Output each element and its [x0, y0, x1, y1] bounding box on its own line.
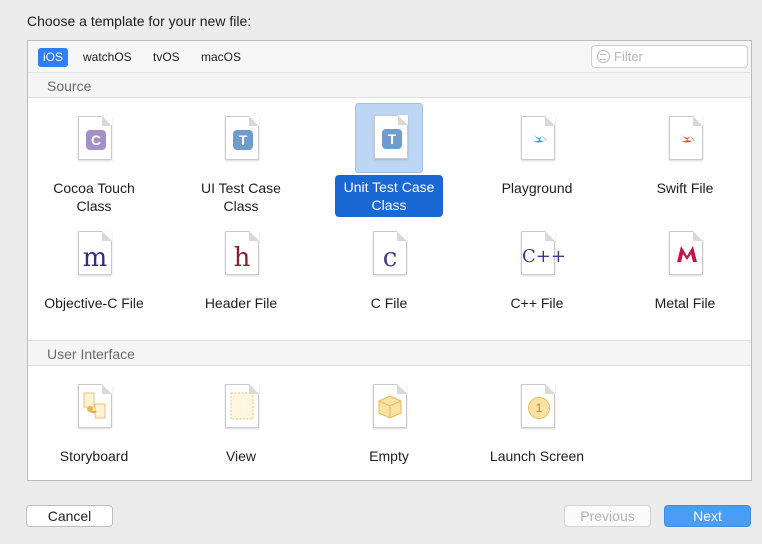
template-label: Header File [204, 295, 278, 311]
view-icon [225, 384, 259, 428]
template-label: C++ File [510, 295, 564, 311]
playground-icon [521, 116, 555, 160]
section-user-interface: User Interface [28, 340, 751, 366]
c-glyph: c [382, 243, 398, 273]
template-objective-c-file[interactable]: m Objective-C File [20, 222, 168, 312]
template-metal-file[interactable]: Metal File [611, 222, 759, 312]
objective-c-file-icon: m [78, 231, 112, 275]
tab-macos[interactable]: macOS [196, 48, 246, 67]
filter-field[interactable]: Filter [591, 45, 748, 68]
template-launch-screen[interactable]: 1 Launch Screen [463, 375, 611, 465]
template-ui-test-case-class[interactable]: T UI Test Case Class [167, 107, 315, 215]
template-label: C File [370, 295, 408, 311]
template-cocoa-touch-class[interactable]: C Cocoa Touch Class [20, 107, 168, 215]
unit-test-case-badge: T [382, 129, 402, 149]
section-source: Source [28, 72, 751, 98]
template-empty[interactable]: Empty [315, 375, 463, 465]
dialog-title: Choose a template for your new file: [27, 13, 252, 29]
launch-screen-icon: 1 [521, 384, 555, 428]
cancel-button[interactable]: Cancel [26, 505, 113, 527]
section-user-interface-label: User Interface [47, 346, 135, 362]
template-label: Playground [501, 180, 573, 196]
template-panel: iOS watchOS tvOS macOS Filter Source C C… [27, 40, 752, 481]
template-storyboard[interactable]: Storyboard [20, 375, 168, 465]
cocoa-touch-class-badge: C [86, 130, 106, 150]
template-label: Metal File [654, 295, 716, 311]
template-view[interactable]: View [167, 375, 315, 465]
template-label: Launch Screen [489, 448, 585, 464]
template-label: Unit Test Case Class [334, 175, 444, 217]
header-file-icon: h [225, 231, 259, 275]
header-glyph: h [233, 243, 251, 273]
template-label: View [225, 448, 257, 464]
objective-c-glyph: m [82, 243, 108, 273]
template-label: UI Test Case Class [201, 180, 281, 214]
swift-file-icon [669, 116, 703, 160]
template-label: Swift File [656, 180, 714, 196]
tab-tvos[interactable]: tvOS [148, 48, 185, 67]
platform-bar: iOS watchOS tvOS macOS Filter [28, 41, 751, 73]
launch-screen-badge: 1 [528, 397, 550, 419]
tab-ios[interactable]: iOS [38, 48, 69, 67]
template-playground[interactable]: Playground [463, 107, 611, 197]
template-label: Empty [369, 448, 409, 464]
template-unit-test-case-class[interactable]: T Unit Test Case Class [315, 103, 463, 217]
unit-test-case-class-icon: T [374, 115, 408, 159]
storyboard-icon [78, 384, 112, 428]
template-header-file[interactable]: h Header File [167, 222, 315, 312]
cpp-glyph: C++ [522, 246, 566, 267]
template-label: Cocoa Touch Class [53, 180, 135, 214]
previous-button[interactable]: Previous [564, 505, 651, 527]
filter-icon [597, 50, 610, 63]
filter-placeholder: Filter [614, 49, 643, 64]
ui-test-case-badge: T [233, 130, 253, 150]
c-file-icon: c [373, 231, 407, 275]
metal-file-icon [669, 231, 703, 275]
cpp-file-icon: C++ [521, 231, 566, 275]
cocoa-touch-class-icon: C [78, 116, 112, 160]
ui-test-case-class-icon: T [225, 116, 259, 160]
section-source-label: Source [47, 78, 92, 94]
template-cpp-file[interactable]: C++ C++ File [463, 222, 611, 312]
empty-icon [373, 384, 407, 428]
tab-watchos[interactable]: watchOS [78, 48, 137, 67]
template-c-file[interactable]: c C File [315, 222, 463, 312]
template-label: Objective-C File [44, 295, 144, 311]
next-button[interactable]: Next [664, 505, 751, 527]
template-swift-file[interactable]: Swift File [611, 107, 759, 197]
template-label: Storyboard [59, 448, 129, 464]
